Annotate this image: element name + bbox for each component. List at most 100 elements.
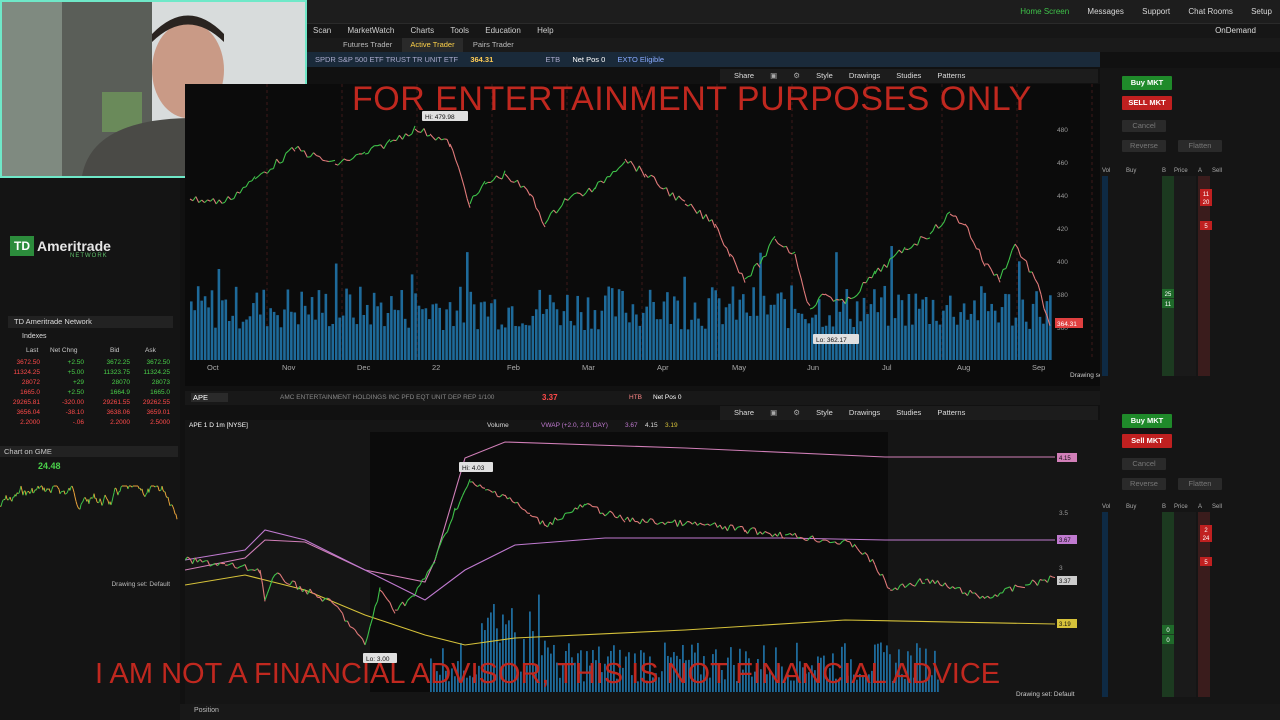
col-bid[interactable]: Bid <box>110 347 119 354</box>
price-segment <box>389 139 394 143</box>
menu-education[interactable]: Education <box>485 24 521 38</box>
messages-link[interactable]: Messages <box>1087 7 1123 16</box>
gme-mini-chart[interactable] <box>0 476 178 576</box>
price-segment <box>1025 260 1030 273</box>
bottom-style-button[interactable]: Style <box>816 406 833 420</box>
menu-scan[interactable]: Scan <box>313 24 331 38</box>
volume-bar <box>807 323 811 360</box>
sell-mkt-button-top[interactable]: SELL MKT <box>1122 96 1172 110</box>
price-segment <box>702 214 707 220</box>
flatten-button-top[interactable]: Flatten <box>1178 140 1222 152</box>
watchlist-row[interactable]: 11324.25 +5.00 11323.75 11324.25 <box>0 368 172 378</box>
col-last[interactable]: Last <box>26 347 38 354</box>
bottom-ladder[interactable]: Vol Buy B Price A Sell224500 <box>1100 500 1280 700</box>
ladder-column-header: Price <box>1174 168 1188 174</box>
reverse-button-top[interactable]: Reverse <box>1122 140 1166 152</box>
bottom-drawings-button[interactable]: Drawings <box>849 406 880 420</box>
gme-price-segment <box>57 487 60 490</box>
quote-line: SPDR S&P 500 ETF TRUST TR UNIT ETF 364.3… <box>305 52 1100 67</box>
cancel-button-bottom[interactable]: Cancel <box>1122 458 1166 470</box>
price-segment <box>927 578 931 584</box>
gear-icon[interactable]: ⚙ <box>793 406 800 420</box>
price-segment <box>979 595 983 599</box>
price-segment <box>687 520 691 523</box>
cancel-button-top[interactable]: Cancel <box>1122 120 1166 132</box>
volume-bar <box>365 304 369 360</box>
buy-mkt-button-top[interactable]: Buy MKT <box>1122 76 1172 90</box>
watchlist-cell: 11324.25 <box>13 369 40 376</box>
position-tab[interactable]: Position <box>194 707 219 714</box>
gme-chart-header[interactable]: Chart on GME <box>0 446 178 457</box>
price-segment <box>201 199 205 204</box>
menu-marketwatch[interactable]: MarketWatch <box>347 24 394 38</box>
tab-active-trader[interactable]: Active Trader <box>402 38 463 52</box>
volume-bar <box>621 290 624 360</box>
bottom-share-button[interactable]: Share <box>734 406 754 420</box>
price-segment <box>660 187 664 190</box>
td-network-header[interactable]: TD Ameritrade Network <box>8 316 173 328</box>
col-net-chng[interactable]: Net Chng <box>50 347 77 354</box>
ondemand-button[interactable]: OnDemand <box>1215 24 1256 38</box>
price-segment <box>523 185 528 190</box>
price-segment <box>830 296 835 302</box>
bottom-patterns-button[interactable]: Patterns <box>937 406 965 420</box>
camera-icon[interactable]: ▣ <box>770 406 777 420</box>
watchlist-row[interactable]: 1665.0 +2.50 1664.9 1665.0 <box>0 388 172 398</box>
chat-rooms-link[interactable]: Chat Rooms <box>1188 7 1232 16</box>
price-segment <box>865 276 870 283</box>
volume-bar <box>617 289 621 360</box>
support-link[interactable]: Support <box>1142 7 1170 16</box>
watchlist-name[interactable]: Indexes <box>22 333 47 340</box>
price-segment <box>920 235 924 239</box>
ladder-column-header: A <box>1198 504 1202 510</box>
flatten-button-bottom[interactable]: Flatten <box>1178 478 1222 490</box>
volume-bar <box>517 326 521 360</box>
price-segment <box>859 282 864 292</box>
price-segment <box>547 213 552 221</box>
home-screen-link[interactable]: Home Screen <box>1020 7 1069 16</box>
watchlist-row[interactable]: 28072 +29 28070 28073 <box>0 378 172 388</box>
gme-price-segment <box>2 499 5 501</box>
bottom-drawing-set[interactable]: Drawing set: Default <box>1016 691 1075 698</box>
tab-pairs-trader[interactable]: Pairs Trader <box>465 38 522 52</box>
watchlist-row[interactable]: 29265.81 -320.00 29261.55 29262.55 <box>0 398 172 408</box>
volume-bar <box>576 295 579 360</box>
watchlist-row[interactable]: 2.2000 -.06 2.2000 2.5000 <box>0 418 172 428</box>
menu-charts[interactable]: Charts <box>411 24 435 38</box>
price-segment <box>1014 243 1019 249</box>
price-segment <box>245 181 250 188</box>
sell-mkt-button-bottom[interactable]: Sell MKT <box>1122 434 1172 448</box>
tab-futures-trader[interactable]: Futures Trader <box>335 38 400 52</box>
symbol-input[interactable]: APE <box>191 393 229 402</box>
gme-price-segment <box>95 498 98 502</box>
price-segment <box>511 181 515 183</box>
watchlist-columns: Last Net Chng Bid Ask <box>0 347 172 357</box>
price-segment <box>732 256 737 265</box>
volume-bar <box>234 286 238 360</box>
gme-drawing-set[interactable]: Drawing set: Default <box>111 579 170 590</box>
price-segment <box>398 134 403 140</box>
y-tick-label: 400 <box>1057 259 1068 266</box>
price-segment <box>555 208 560 214</box>
gme-price-segment <box>131 485 134 488</box>
buy-mkt-button-bottom[interactable]: Buy MKT <box>1122 414 1172 428</box>
price-segment <box>354 629 358 635</box>
watchlist-row[interactable]: 3672.50 +2.50 3672.25 3672.50 <box>0 358 172 368</box>
price-segment <box>597 180 602 183</box>
volume-bar <box>290 311 293 360</box>
setup-link[interactable]: Setup <box>1251 7 1272 16</box>
col-ask[interactable]: Ask <box>145 347 156 354</box>
price-segment <box>501 170 506 180</box>
top-ladder[interactable]: Vol Buy B Price A Sell112052511 <box>1100 164 1280 384</box>
watchlist-row[interactable]: 3656.04 -38.10 3638.06 3659.01 <box>0 408 172 418</box>
price-segment <box>212 198 217 205</box>
menu-tools[interactable]: Tools <box>450 24 469 38</box>
price-segment <box>411 125 416 135</box>
volume-bar <box>303 305 307 360</box>
top-price-chart[interactable]: Oct Nov Dec 22 Feb Mar Apr May Jun Jul Aug Sep 480 46… <box>185 84 1100 386</box>
bottom-studies-button[interactable]: Studies <box>896 406 921 420</box>
menu-help[interactable]: Help <box>537 24 553 38</box>
price-segment <box>230 197 235 201</box>
reverse-button-bottom[interactable]: Reverse <box>1122 478 1166 490</box>
top-chart-panel[interactable]: Oct Nov Dec 22 Feb Mar Apr May Jun Jul Aug Sep 480 46… <box>185 84 1100 386</box>
